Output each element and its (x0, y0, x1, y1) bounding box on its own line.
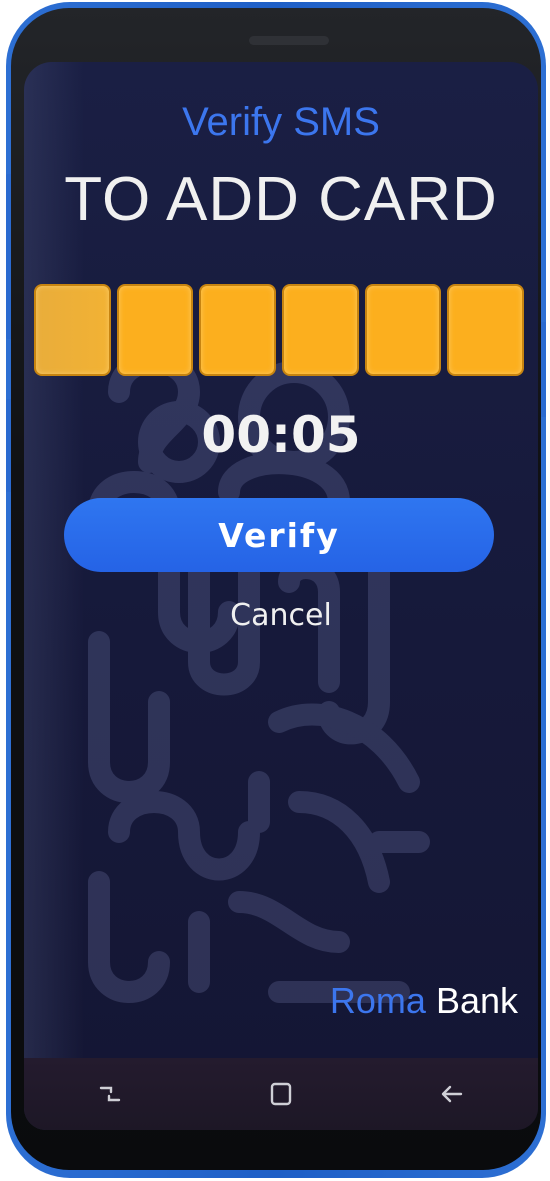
power-button (541, 322, 546, 417)
app-screen: Verify SMS TO ADD CARD 00:05 Verify Canc… (24, 62, 538, 1130)
code-digit-3[interactable] (199, 284, 277, 376)
page-title: TO ADD CARD (64, 165, 498, 234)
code-digit-5[interactable] (364, 284, 442, 376)
system-navigation-bar (24, 1058, 538, 1130)
home-icon[interactable] (251, 1064, 311, 1124)
recent-apps-icon[interactable] (80, 1064, 140, 1124)
earpiece-speaker (249, 36, 329, 45)
code-digit-6[interactable] (447, 284, 525, 376)
brand-name-bank: Bank (435, 980, 518, 1021)
brand-logo: Roma Bank (330, 980, 518, 1022)
verify-sms-title: Verify SMS (182, 100, 380, 144)
countdown-timer: 00:05 (201, 406, 361, 464)
code-digit-4[interactable] (282, 284, 359, 376)
code-digit-1[interactable] (34, 284, 111, 376)
verify-button[interactable]: Verify (64, 498, 494, 572)
code-digit-2[interactable] (116, 284, 194, 376)
brand-name-roma: Roma (329, 980, 426, 1021)
sms-code-input-group (34, 284, 525, 376)
cancel-button[interactable]: Cancel (24, 598, 538, 633)
back-icon[interactable] (422, 1064, 482, 1124)
